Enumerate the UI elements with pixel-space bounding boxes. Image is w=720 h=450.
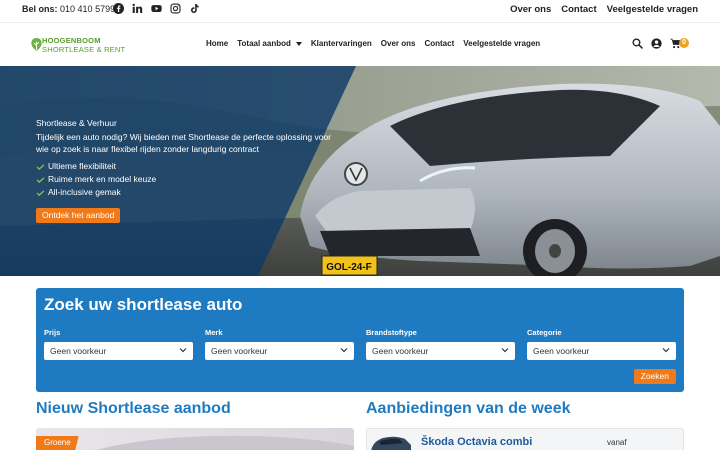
select-value: Geen voorkeur (372, 346, 429, 356)
search-title: Zoek uw shortlease auto (44, 295, 243, 314)
filter-label: Brandstoftype (366, 328, 417, 337)
nav-item-totaal-aanbod[interactable]: Totaal aanbod (237, 39, 302, 48)
chevron-down-icon (501, 348, 509, 353)
select-value: Geen voorkeur (533, 346, 590, 356)
weekly-deals-heading: Aanbiedingen van de week (366, 400, 571, 417)
license-plate: GOL-24-F (326, 262, 372, 273)
filter-label: Categorie (527, 328, 562, 337)
search-panel: Zoek uw shortlease auto Prijs Geen voork… (36, 288, 684, 392)
filter-merk: Merk Geen voorkeur (205, 328, 354, 360)
main-navbar: HOOGENBOOM SHORTLEASE & RENT Home Totaal… (0, 22, 720, 66)
facebook-icon[interactable] (113, 3, 124, 14)
hero-description: Tijdelijk een auto nodig? Wij bieden met… (36, 132, 331, 154)
call-info: Bel ons: 010 410 5799 (22, 4, 115, 14)
nav-item-contact[interactable]: Contact (424, 39, 454, 48)
hero-subtitle: Shortlease & Verhuur (36, 118, 117, 128)
select-value: Geen voorkeur (50, 346, 107, 356)
offer-from-label: vanaf (607, 438, 627, 447)
nav-item-over-ons[interactable]: Over ons (381, 39, 416, 48)
logo[interactable]: HOOGENBOOM SHORTLEASE & RENT (30, 34, 130, 58)
cart-count-badge: 0 (679, 38, 689, 48)
prijs-select[interactable]: Geen voorkeur (44, 342, 193, 360)
hero-text: Shortlease & Verhuur Tijdelijk een auto … (36, 118, 336, 199)
filter-prijs: Prijs Geen voorkeur (44, 328, 193, 360)
discover-offer-button[interactable]: Ontdek het aanbod (36, 208, 121, 223)
check-icon (36, 189, 45, 196)
top-link-contact[interactable]: Contact (561, 4, 596, 15)
car-thumbnail-image (371, 436, 411, 450)
benefit-item: Ultieme flexibiliteit (36, 160, 336, 173)
benefit-label: Ultieme flexibiliteit (48, 161, 117, 171)
top-bar: Bel ons: 010 410 5799 Over ons Contact V… (0, 0, 720, 22)
logo-line2: SHORTLEASE & RENT (42, 45, 126, 54)
weekly-offer-card[interactable]: Škoda Octavia combi vanaf (366, 428, 684, 450)
filter-categorie: Categorie Geen voorkeur (527, 328, 676, 360)
green-tag-badge: Groene (36, 436, 79, 450)
benefit-item: Ruime merk en model keuze (36, 173, 336, 186)
nav-item-klantervaringen[interactable]: Klantervaringen (311, 39, 372, 48)
filter-label: Prijs (44, 328, 61, 337)
top-link-faq[interactable]: Veelgestelde vragen (607, 4, 698, 15)
check-icon (36, 176, 45, 183)
chevron-down-icon (179, 348, 187, 353)
brandstoftype-select[interactable]: Geen voorkeur (366, 342, 515, 360)
main-nav: Home Totaal aanbod Klantervaringen Over … (206, 39, 540, 48)
logo-line1: HOOGENBOOM (42, 36, 101, 45)
benefit-item: All-inclusive gemak (36, 186, 336, 199)
new-offers-heading: Nieuw Shortlease aanbod (36, 400, 231, 417)
user-account-icon[interactable] (651, 38, 662, 49)
select-value: Geen voorkeur (211, 346, 268, 356)
tiktok-icon[interactable] (189, 3, 200, 14)
phone-number[interactable]: 010 410 5799 (60, 4, 115, 14)
car-thumbnail-image (96, 435, 354, 450)
merk-select[interactable]: Geen voorkeur (205, 342, 354, 360)
chevron-down-icon (340, 348, 348, 353)
linkedin-icon[interactable] (132, 3, 143, 14)
cart-button[interactable]: 0 (670, 38, 690, 49)
filter-label: Merk (205, 328, 223, 337)
top-links: Over ons Contact Veelgestelde vragen (510, 4, 698, 15)
nav-item-home[interactable]: Home (206, 39, 228, 48)
call-label: Bel ons: (22, 4, 58, 14)
chevron-down-icon (295, 41, 302, 46)
hero-banner: GOL-24-F Shortlease & Verhuur Tijdelijk … (0, 66, 720, 276)
chevron-down-icon (662, 348, 670, 353)
youtube-icon[interactable] (151, 3, 162, 14)
filter-brandstoftype: Brandstoftype Geen voorkeur (366, 328, 515, 360)
offer-title[interactable]: Škoda Octavia combi (421, 436, 532, 448)
nav-icons: 0 (632, 38, 690, 49)
categorie-select[interactable]: Geen voorkeur (527, 342, 676, 360)
top-link-over-ons[interactable]: Over ons (510, 4, 551, 15)
hero-benefits-list: Ultieme flexibiliteit Ruime merk en mode… (36, 160, 336, 199)
check-icon (36, 163, 45, 170)
search-button[interactable]: Zoeken (633, 369, 676, 384)
instagram-icon[interactable] (170, 3, 181, 14)
nav-item-label: Totaal aanbod (237, 39, 291, 48)
new-offer-card[interactable] (36, 428, 354, 450)
benefit-label: Ruime merk en model keuze (48, 174, 157, 184)
benefit-label: All-inclusive gemak (48, 187, 121, 197)
nav-item-faq[interactable]: Veelgestelde vragen (463, 39, 540, 48)
social-links (113, 3, 200, 14)
search-icon[interactable] (632, 38, 643, 49)
